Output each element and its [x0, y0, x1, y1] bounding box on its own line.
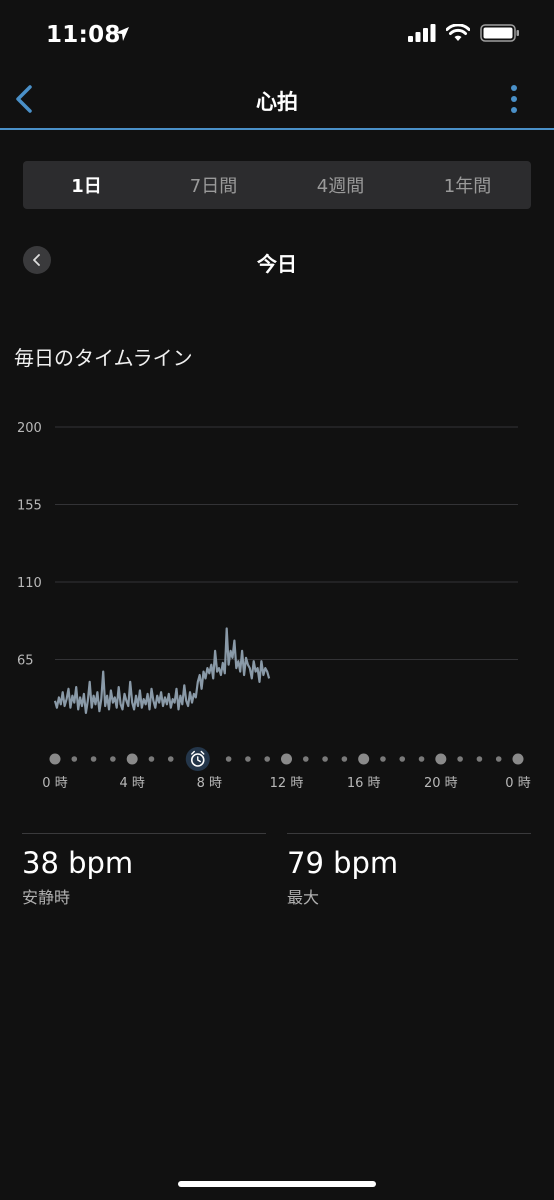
stat-divider-max [287, 833, 531, 834]
hour-dot [225, 756, 232, 762]
hour-dot [49, 753, 61, 765]
y-tick-label: 110 [17, 576, 42, 591]
date-label: 今日 [257, 252, 297, 276]
max-hr-label: 最大 [287, 888, 320, 907]
hour-dot [281, 753, 292, 765]
location-arrow-icon [115, 27, 129, 41]
status-icons [408, 24, 520, 42]
cellular-signal-icon [408, 24, 436, 42]
home-indicator[interactable] [178, 1181, 376, 1187]
hour-dot [110, 756, 116, 762]
hour-dot [264, 756, 271, 762]
tab-7-days[interactable]: 7日間 [150, 161, 277, 209]
hour-dot [418, 756, 425, 762]
resting-hr-label: 安静時 [22, 888, 71, 907]
y-tick-label: 155 [17, 499, 42, 514]
x-tick-label: 20 時 [424, 776, 458, 791]
y-tick-label: 200 [17, 421, 42, 436]
hour-dot [399, 756, 406, 762]
hour-dot [380, 756, 386, 762]
more-options-icon[interactable] [504, 82, 524, 116]
hour-dot [358, 753, 370, 765]
hour-dot [167, 756, 174, 762]
range-segmented-control: 1日 7日間 4週間 1年間 [23, 161, 531, 209]
tab-1-year[interactable]: 1年間 [404, 161, 531, 209]
hour-dot [90, 756, 97, 762]
hour-dot [148, 756, 155, 762]
x-tick-label: 4 時 [119, 776, 144, 791]
stat-divider-resting [22, 833, 266, 834]
hour-dot [302, 756, 309, 762]
nav-bar: 心拍 [0, 76, 554, 130]
heart-rate-line [53, 627, 271, 714]
heart-rate-timeline-chart: 200 155 110 65 0 時 4 時 8 時 12 時 16 時 20 時 0 時 [17, 421, 531, 791]
hour-dot [126, 753, 138, 765]
hour-dot [476, 756, 483, 762]
status-time: 11:08 [46, 22, 121, 48]
x-tick-label: 0 時 [505, 776, 530, 791]
hour-dot [245, 756, 251, 762]
x-tick-label: 0 時 [42, 776, 67, 791]
battery-icon [480, 24, 519, 42]
hour-dot [512, 753, 524, 765]
hour-dot [435, 753, 447, 765]
resting-hr-value: 38 bpm [22, 846, 134, 880]
hour-dot [71, 756, 78, 762]
max-hr-value: 79 bpm [287, 846, 399, 880]
x-tick-label: 16 時 [347, 776, 381, 791]
hour-dot [457, 756, 463, 762]
x-tick-label: 12 時 [270, 776, 304, 791]
hour-dot [341, 756, 348, 762]
tab-4-weeks[interactable]: 4週間 [277, 161, 404, 209]
status-bar: 11:08 [0, 0, 554, 76]
section-title: 毎日のタイムライン [14, 346, 193, 370]
hour-dot [495, 756, 502, 762]
date-navigator: 今日 [0, 246, 554, 276]
tab-1-day[interactable]: 1日 [23, 161, 150, 209]
wifi-icon [446, 24, 470, 41]
x-tick-label: 8 時 [197, 776, 222, 791]
y-tick-label: 65 [17, 654, 34, 669]
hour-dot [322, 756, 328, 762]
page-title: 心拍 [256, 90, 298, 114]
